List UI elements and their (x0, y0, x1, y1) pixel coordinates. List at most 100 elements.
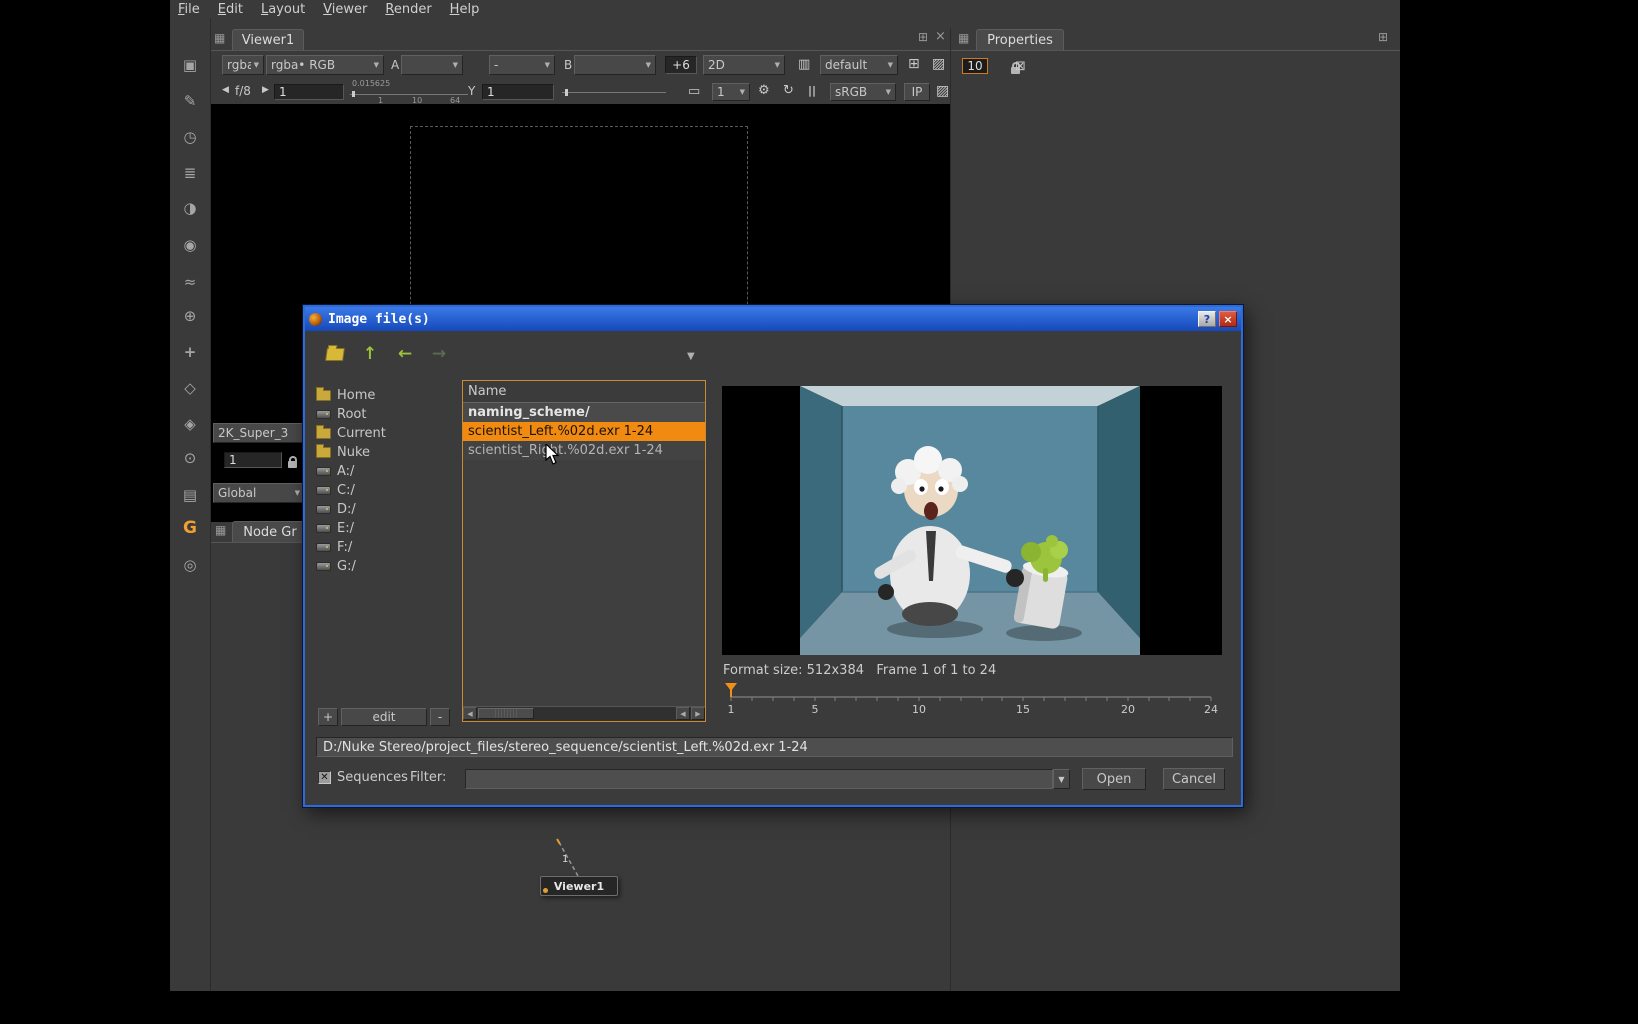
menu-viewer[interactable]: Viewer (323, 2, 367, 17)
proxy-dropdown[interactable]: 1 ▼ (712, 83, 750, 101)
gamma-slider-handle[interactable] (565, 89, 568, 96)
stereo-icon[interactable]: ▥ (798, 57, 810, 72)
panel-menu-icon[interactable]: ▦ (214, 31, 225, 45)
gear-icon[interactable]: ⚙ (758, 83, 770, 98)
sidebar-item-current[interactable]: Current (316, 424, 454, 443)
float-panel-icon[interactable]: ⊞ (1378, 30, 1388, 44)
refresh-icon[interactable]: ↻ (783, 83, 794, 98)
scroll-right-button[interactable]: ▶ (691, 707, 705, 720)
roi-icon[interactable]: ⊞ (908, 56, 920, 72)
scroll-left2-button[interactable]: ◀ (676, 707, 690, 720)
gain-slider[interactable]: 0.015625 1 10 64 (350, 79, 468, 105)
dimension-dropdown[interactable]: 2D ▼ (703, 55, 785, 75)
format-dropdown[interactable]: 2K_Super_3 (213, 423, 303, 443)
3d-icon[interactable]: ◇ (170, 379, 210, 397)
file-row-scientist-right[interactable]: scientist_Right.%02d.exr 1-24 (463, 441, 705, 460)
image-icon[interactable]: ▣ (170, 56, 210, 74)
views-icon[interactable]: ⊙ (170, 449, 210, 467)
playhead-marker[interactable] (725, 683, 737, 691)
cancel-button[interactable]: Cancel (1163, 768, 1225, 790)
sidebar-item-drive-f[interactable]: F:/ (316, 538, 454, 557)
keyer-icon[interactable]: ≈ (170, 273, 210, 291)
back-button[interactable]: ← (392, 342, 418, 366)
panel-menu-icon[interactable]: ▦ (215, 523, 226, 537)
edit-favorite-button[interactable]: edit (341, 708, 427, 726)
file-row-scientist-left[interactable]: scientist_Left.%02d.exr 1-24 (463, 422, 705, 441)
close-panel-icon[interactable]: × (935, 29, 946, 44)
sequences-checkbox[interactable]: ✕ (318, 771, 331, 784)
gizmo-icon[interactable]: G (170, 518, 210, 538)
draw-icon[interactable]: ✎ (170, 92, 210, 110)
tab-node-graph[interactable]: Node Gr (232, 521, 308, 542)
menu-render[interactable]: Render (385, 2, 431, 17)
dialog-help-button[interactable]: ? (1198, 311, 1216, 327)
time-icon[interactable]: ◷ (170, 128, 210, 146)
sidebar-item-home[interactable]: Home (316, 386, 454, 405)
transform-icon[interactable]: + (170, 343, 210, 361)
b-buffer-dropdown[interactable]: ▼ (574, 55, 656, 75)
scroll-left-button[interactable]: ◀ (463, 707, 477, 720)
gain-input[interactable]: 1 (274, 84, 344, 100)
deep-icon[interactable]: ▤ (170, 486, 210, 504)
prev-fstop-icon[interactable]: ◀ (222, 85, 229, 95)
sidebar-item-root[interactable]: Root (316, 405, 454, 424)
dialog-titlebar[interactable]: Image file(s) ? × (305, 307, 1241, 331)
wipe-checker-icon[interactable]: ▨ (936, 83, 949, 99)
file-list-header[interactable]: Name (463, 381, 705, 403)
menu-help[interactable]: Help (450, 2, 480, 17)
sidebar-item-drive-a[interactable]: A:/ (316, 462, 454, 481)
file-row-naming-scheme[interactable]: naming_scheme/ (463, 403, 705, 422)
clear-panels-icon[interactable]: ⊠ (1015, 59, 1026, 74)
add-favorite-button[interactable]: + (318, 708, 338, 726)
gain-slider-handle[interactable] (352, 91, 355, 97)
gamma-slider[interactable] (562, 84, 666, 100)
frame-slider[interactable]: 1 5 10 15 20 24 (722, 683, 1222, 717)
frame-input[interactable]: 1 (224, 452, 282, 468)
sidebar-item-nuke[interactable]: Nuke (316, 443, 454, 462)
menu-layout[interactable]: Layout (261, 2, 305, 17)
sidebar-item-drive-g[interactable]: G:/ (316, 557, 454, 576)
sidebar-item-drive-d[interactable]: D:/ (316, 500, 454, 519)
channel-icon[interactable]: ≣ (170, 164, 210, 182)
h-scrollbar[interactable]: ◀ ◀ ▶ (463, 706, 705, 721)
max-panels-input[interactable]: 10 (962, 58, 988, 74)
other-icon[interactable]: ◎ (170, 556, 210, 574)
monitor-icon[interactable]: ▭ (688, 84, 700, 99)
remove-favorite-button[interactable]: - (430, 708, 450, 726)
open-folder-button[interactable] (321, 342, 349, 366)
layer-dropdown[interactable]: rgba ▼ (222, 55, 264, 75)
sidebar-item-drive-c[interactable]: C:/ (316, 481, 454, 500)
float-panel-icon[interactable]: ⊞ (918, 30, 928, 44)
ip-button[interactable]: IP (904, 83, 930, 101)
tab-properties[interactable]: Properties (976, 29, 1064, 50)
dialog-close-button[interactable]: × (1219, 311, 1237, 327)
gain-badge[interactable]: +6 (665, 56, 697, 74)
gamma-input[interactable]: 1 (482, 84, 554, 100)
channel-dropdown[interactable]: rgba• RGB ▼ (266, 55, 384, 75)
panel-menu-icon[interactable]: ▦ (958, 31, 969, 45)
colorspace-dropdown[interactable]: sRGB ▼ (830, 83, 896, 101)
forward-button[interactable]: → (426, 342, 452, 366)
lut-preset-dropdown[interactable]: default ▼ (820, 55, 898, 75)
color-icon[interactable]: ◑ (170, 199, 210, 217)
up-dir-button[interactable]: ↑ (357, 342, 383, 366)
ab-mode-dropdown[interactable]: - ▼ (489, 55, 555, 75)
viewer1-node[interactable]: Viewer1 (540, 876, 618, 896)
filter-icon[interactable]: ◉ (170, 236, 210, 254)
checker-icon[interactable]: ▨ (932, 56, 945, 72)
open-button[interactable]: Open (1082, 768, 1146, 790)
sidebar-item-drive-e[interactable]: E:/ (316, 519, 454, 538)
next-fstop-icon[interactable]: ▶ (262, 85, 269, 95)
path-history-dropdown-icon[interactable]: ▼ (687, 351, 695, 362)
a-buffer-dropdown[interactable]: ▼ (401, 55, 463, 75)
filter-dropdown-button[interactable]: ▼ (1053, 769, 1070, 789)
particles-icon[interactable]: ◈ (170, 415, 210, 433)
menu-edit[interactable]: Edit (218, 2, 243, 17)
merge-icon[interactable]: ⊕ (170, 307, 210, 325)
scrollbar-thumb[interactable] (478, 708, 534, 719)
file-path-field[interactable]: D:/Nuke Stereo/project_files/stereo_sequ… (316, 737, 1233, 757)
range-dropdown[interactable]: Global ▼ (213, 483, 305, 503)
filter-input[interactable] (465, 769, 1053, 789)
pause-icon[interactable]: || (808, 84, 816, 97)
tab-viewer1[interactable]: Viewer1 (232, 29, 304, 50)
